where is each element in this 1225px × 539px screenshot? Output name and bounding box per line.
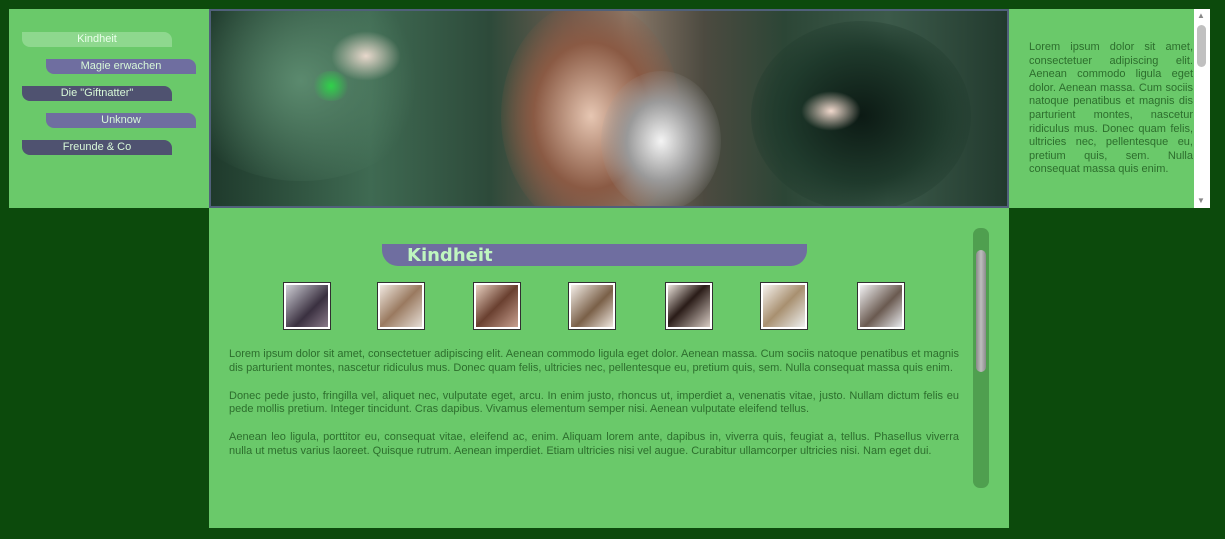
gallery-thumbnail[interactable] (857, 282, 905, 330)
nav-item-unknow[interactable]: Unknow (46, 113, 196, 128)
sidebar-scroll-thumb[interactable] (1197, 25, 1206, 67)
header-banner-image (209, 9, 1009, 208)
scroll-down-arrow-icon[interactable]: ▼ (1197, 196, 1205, 206)
page-title: Kindheit (407, 245, 493, 266)
scroll-up-arrow-icon[interactable]: ▲ (1197, 11, 1205, 21)
content-text: Lorem ipsum dolor sit amet, consectetuer… (229, 348, 959, 473)
sidebar-text: Lorem ipsum dolor sit amet, consectetuer… (1029, 41, 1193, 176)
nav-item-freunde-co[interactable]: Freunde & Co (22, 140, 172, 155)
content-paragraph: Lorem ipsum dolor sit amet, consectetuer… (229, 348, 959, 374)
sidebar-text-panel: Lorem ipsum dolor sit amet, consectetuer… (1009, 9, 1210, 208)
nav-item-giftnatter[interactable]: Die "Giftnatter" (22, 86, 172, 101)
nav-item-kindheit[interactable]: Kindheit (22, 32, 172, 47)
sidebar-scrollbar[interactable]: ▲ ▼ (1194, 9, 1210, 208)
nav-item-magie-erwachen[interactable]: Magie erwachen (46, 59, 196, 74)
content-paragraph: Aenean leo ligula, porttitor eu, consequ… (229, 431, 959, 457)
main-content: Kindheit Lorem ipsum dolor sit amet, con… (209, 208, 1009, 528)
gallery-thumbnail[interactable] (760, 282, 808, 330)
gallery-thumbnail[interactable] (283, 282, 331, 330)
content-scroll-thumb[interactable] (976, 250, 986, 372)
gallery-thumbnail[interactable] (665, 282, 713, 330)
content-scrollbar[interactable] (973, 228, 989, 488)
content-paragraph: Donec pede justo, fringilla vel, aliquet… (229, 389, 959, 416)
content-title-bar: Kindheit (382, 244, 807, 266)
gallery-thumbnail[interactable] (473, 282, 521, 330)
gallery-thumbnail[interactable] (377, 282, 425, 330)
gallery-thumbnail[interactable] (568, 282, 616, 330)
navigation-panel: Kindheit Magie erwachen Die "Giftnatter"… (9, 9, 209, 208)
